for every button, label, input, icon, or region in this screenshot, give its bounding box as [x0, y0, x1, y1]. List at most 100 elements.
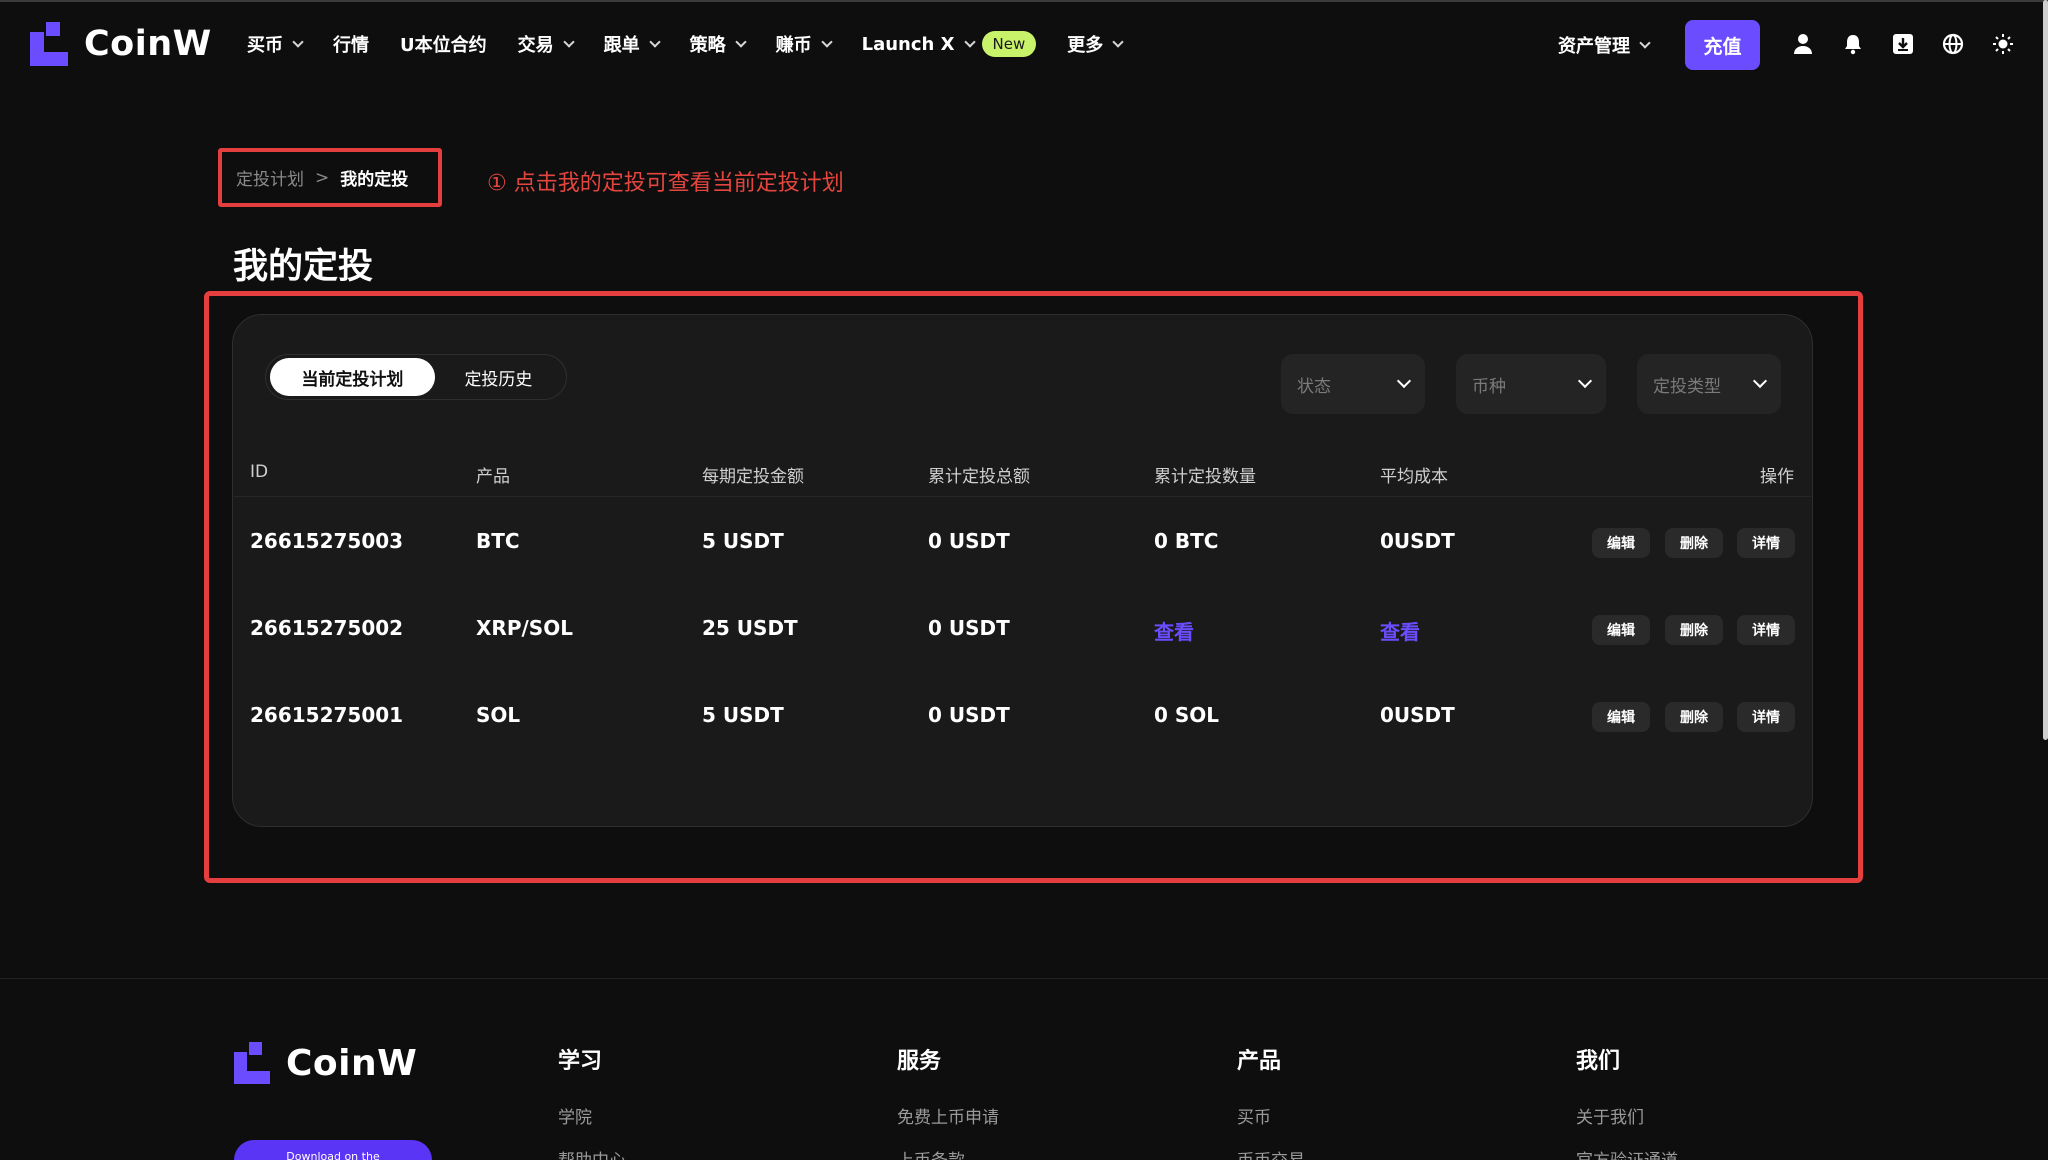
detail-button[interactable]: 详情 [1737, 702, 1795, 732]
new-badge: New [981, 31, 1037, 57]
coin-filter[interactable]: 币种 [1456, 354, 1606, 414]
chevron-down-icon [1577, 373, 1593, 389]
footer-link-verification[interactable]: 官方验证通道 [1576, 1146, 1678, 1160]
cell-product: XRP/SOL [476, 616, 573, 640]
cell-total-amount: 0 USDT [928, 529, 1010, 553]
top-header: CoinW 买币 行情 U本位合约 交易 跟单 策略 赚币 Launch X New 更多 资产管… [0, 2, 2048, 84]
nav-item[interactable]: U本位合约 [400, 31, 487, 57]
nav-item[interactable]: 跟单 [603, 31, 661, 57]
breadcrumb-current[interactable]: 我的定投 [340, 165, 408, 190]
chevron-down-icon [1112, 35, 1124, 48]
coinw-logo-icon [30, 22, 68, 66]
bell-icon[interactable] [1842, 33, 1864, 55]
delete-button[interactable]: 删除 [1665, 615, 1723, 645]
chevron-down-icon [1752, 373, 1768, 389]
footer-col-title-service: 服务 [897, 1049, 942, 1074]
chevron-down-icon [734, 35, 747, 48]
page: CoinW 买币 行情 U本位合约 交易 跟单 策略 赚币 Launch X New 更多 资产管… [0, 0, 2048, 1160]
nav-item[interactable]: 交易 [517, 31, 575, 57]
type-filter-label: 定投类型 [1653, 376, 1721, 397]
cell-avg-cost: 0USDT [1380, 529, 1455, 553]
asset-management-menu[interactable]: 资产管理 [1558, 32, 1651, 58]
chevron-down-icon [292, 35, 304, 48]
cell-id: 26615275003 [250, 529, 404, 553]
user-icon[interactable] [1792, 33, 1814, 55]
chevron-down-icon [1639, 36, 1651, 49]
nav-item[interactable]: 行情 [333, 31, 369, 57]
footer-link-listing-apply[interactable]: 免费上币申请 [897, 1103, 999, 1128]
breadcrumb-prev[interactable]: 定投计划 [236, 165, 304, 190]
detail-button[interactable]: 详情 [1737, 615, 1795, 645]
edit-button[interactable]: 编辑 [1592, 702, 1650, 732]
nav-item[interactable]: 更多 [1067, 31, 1124, 57]
nav-item[interactable]: 买币 [247, 31, 304, 57]
edit-button[interactable]: 编辑 [1592, 615, 1650, 645]
cell-per-period: 5 USDT [702, 703, 784, 727]
cell-total-qty: 0 SOL [1154, 703, 1220, 727]
plan-tabs: 当前定投计划 定投历史 [265, 354, 567, 400]
tab-plan-history[interactable]: 定投历史 [435, 358, 562, 396]
cell-product: SOL [476, 703, 521, 727]
logo-text: CoinW [84, 24, 212, 64]
cell-id: 26615275002 [250, 616, 404, 640]
cell-per-period: 25 USDT [702, 616, 798, 640]
download-icon[interactable] [1892, 33, 1914, 55]
footer-logo[interactable]: CoinW [234, 1042, 417, 1084]
breadcrumb: 定投计划 > 我的定投 [218, 148, 442, 207]
col-header-avg-cost: 平均成本 [1380, 467, 1448, 487]
delete-button[interactable]: 删除 [1665, 702, 1723, 732]
chevron-down-icon [963, 35, 976, 48]
coinw-logo-icon [234, 1042, 270, 1084]
type-filter[interactable]: 定投类型 [1637, 354, 1781, 414]
footer-link-about-us[interactable]: 关于我们 [1576, 1103, 1644, 1128]
col-header-total-amount: 累计定投总额 [928, 467, 1030, 487]
deposit-button[interactable]: 充值 [1685, 20, 1760, 70]
globe-icon[interactable] [1942, 33, 1964, 55]
footer-link-academy[interactable]: 学院 [558, 1103, 592, 1128]
view-qty-link[interactable]: 查看 [1154, 616, 1194, 645]
status-filter[interactable]: 状态 [1281, 354, 1425, 414]
download-label: Download on the [286, 1150, 380, 1160]
app-store-download-button[interactable]: Download on the [234, 1140, 432, 1160]
sun-icon[interactable] [1992, 33, 2014, 55]
cell-total-qty: 0 BTC [1154, 529, 1219, 553]
nav-item[interactable]: Launch X New [862, 31, 1037, 57]
page-scrollbar[interactable] [2043, 0, 2048, 740]
coinw-logo[interactable]: CoinW [30, 22, 212, 66]
footer-link-buy-crypto[interactable]: 买币 [1237, 1103, 1271, 1128]
footer-link-spot-trading[interactable]: 币币交易 [1237, 1146, 1305, 1160]
nav-item-label: 策略 [689, 35, 726, 56]
breadcrumb-separator: > [315, 167, 330, 188]
col-header-total-qty: 累计定投数量 [1154, 467, 1256, 487]
footer-col-title-about: 我们 [1576, 1049, 1621, 1074]
cell-per-period: 5 USDT [702, 529, 784, 553]
footer-link-help-center[interactable]: 帮助中心 [558, 1146, 626, 1160]
nav-item[interactable]: 策略 [689, 31, 747, 57]
nav-item-label: 交易 [517, 35, 554, 56]
table-header-divider [234, 496, 1811, 497]
detail-button[interactable]: 详情 [1737, 528, 1795, 558]
footer-link-listing-terms[interactable]: 上币条款 [897, 1146, 965, 1160]
delete-button[interactable]: 删除 [1665, 528, 1723, 558]
tab-current-plans[interactable]: 当前定投计划 [270, 358, 435, 396]
view-cost-link[interactable]: 查看 [1380, 616, 1420, 645]
footer-logo-text: CoinW [286, 1042, 418, 1084]
chevron-down-icon [648, 35, 661, 48]
footer-col-title-product: 产品 [1237, 1049, 1282, 1074]
main-nav: 买币 行情 U本位合约 交易 跟单 策略 赚币 Launch X New 更多 [247, 22, 1153, 66]
footer-col-title-learn: 学习 [558, 1049, 603, 1074]
nav-item-label: 赚币 [775, 35, 812, 56]
col-header-per-period: 每期定投金额 [702, 467, 804, 487]
nav-item-label: Launch X [861, 33, 955, 55]
col-header-id: ID [250, 462, 269, 482]
nav-item-label: 买币 [247, 35, 283, 56]
chevron-down-icon [1396, 373, 1412, 389]
chevron-down-icon [562, 35, 575, 48]
edit-button[interactable]: 编辑 [1592, 528, 1650, 558]
nav-item-label: 跟单 [603, 35, 640, 56]
annotation-note: ① 点击我的定投可查看当前定投计划 [487, 171, 844, 196]
status-filter-label: 状态 [1297, 376, 1331, 397]
nav-item[interactable]: 赚币 [775, 31, 833, 57]
cell-total-amount: 0 USDT [928, 616, 1010, 640]
cell-total-amount: 0 USDT [928, 703, 1010, 727]
